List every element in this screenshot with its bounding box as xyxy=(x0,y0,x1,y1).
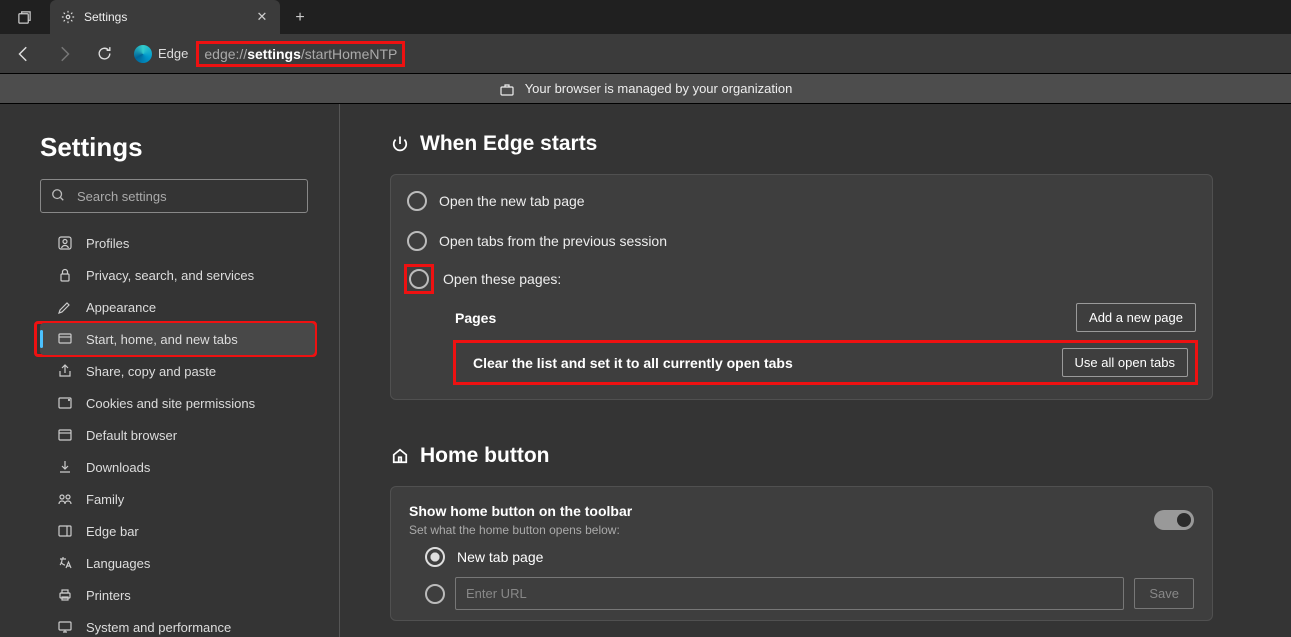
address-bar-highlight: edge://settings/startHomeNTP xyxy=(198,43,403,65)
briefcase-icon xyxy=(499,82,515,98)
browser-icon xyxy=(56,426,74,444)
show-home-row: Show home button on the toolbar Set what… xyxy=(409,503,1194,537)
radio-open-new-tab[interactable]: Open the new tab page xyxy=(391,181,1212,221)
sidebar-item-printers[interactable]: Printers xyxy=(40,579,315,611)
radio-open-previous[interactable]: Open tabs from the previous session xyxy=(391,221,1212,261)
clear-list-label: Clear the list and set it to all current… xyxy=(455,355,793,371)
radio-icon xyxy=(425,547,445,567)
sidebar-item-share[interactable]: Share, copy and paste xyxy=(40,355,315,387)
language-icon xyxy=(56,554,74,572)
paint-icon xyxy=(56,298,74,316)
sidebar-item-cookies[interactable]: Cookies and site permissions xyxy=(40,387,315,419)
settings-title: Settings xyxy=(40,132,315,163)
home-button-card: Show home button on the toolbar Set what… xyxy=(390,486,1213,621)
sidebar-item-default-browser[interactable]: Default browser xyxy=(40,419,315,451)
show-home-subtitle: Set what the home button opens below: xyxy=(409,523,632,537)
sidebar-item-family[interactable]: Family xyxy=(40,483,315,515)
startup-card: Open the new tab page Open tabs from the… xyxy=(390,174,1213,400)
new-tab-button[interactable]: + xyxy=(284,2,316,34)
radio-icon xyxy=(407,231,427,251)
profile-icon xyxy=(56,234,74,252)
home-url-input[interactable] xyxy=(455,577,1124,610)
gear-icon xyxy=(60,9,76,25)
titlebar: Settings ✕ + xyxy=(0,0,1291,34)
sidebar-item-system[interactable]: System and performance xyxy=(40,611,315,637)
power-icon xyxy=(390,134,410,154)
address-bar[interactable]: edge://settings/startHomeNTP xyxy=(204,46,397,62)
toolbar: Edge edge://settings/startHomeNTP xyxy=(0,34,1291,74)
tab-label: Settings xyxy=(84,10,254,24)
site-identity[interactable]: Edge xyxy=(134,45,188,63)
pages-header-row: Pages Add a new page xyxy=(455,297,1196,338)
tab-actions-button[interactable] xyxy=(0,0,48,34)
clear-list-row-highlight: Clear the list and set it to all current… xyxy=(455,342,1196,383)
sidebar-icon xyxy=(56,522,74,540)
section-home-button: Home button xyxy=(390,444,1213,468)
forward-button[interactable] xyxy=(46,38,82,70)
pages-label: Pages xyxy=(455,310,496,326)
sidebar-item-privacy[interactable]: Privacy, search, and services xyxy=(40,259,315,291)
system-icon xyxy=(56,618,74,636)
lock-icon xyxy=(56,266,74,284)
add-new-page-button[interactable]: Add a new page xyxy=(1076,303,1196,332)
show-home-title: Show home button on the toolbar xyxy=(409,503,632,519)
sidebar-item-start-highlight: Start, home, and new tabs xyxy=(36,323,315,355)
edge-label: Edge xyxy=(158,46,188,61)
radio-highlight xyxy=(407,267,431,291)
use-all-open-tabs-button[interactable]: Use all open tabs xyxy=(1062,348,1188,377)
sidebar-item-profiles[interactable]: Profiles xyxy=(40,227,315,259)
family-icon xyxy=(56,490,74,508)
power-icon xyxy=(56,330,74,348)
radio-icon xyxy=(409,269,429,289)
refresh-button[interactable] xyxy=(86,38,122,70)
sidebar-item-appearance[interactable]: Appearance xyxy=(40,291,315,323)
settings-sidebar: Settings Profiles Privacy, search, and s… xyxy=(0,104,340,637)
search-icon xyxy=(51,188,67,204)
cookie-icon xyxy=(56,394,74,412)
search-input[interactable] xyxy=(77,189,297,204)
radio-icon xyxy=(407,191,427,211)
radio-open-these-pages[interactable]: Open these pages: xyxy=(391,261,1212,297)
sidebar-item-start-home-newtabs[interactable]: Start, home, and new tabs xyxy=(40,323,315,355)
printer-icon xyxy=(56,586,74,604)
share-icon xyxy=(56,362,74,380)
radio-home-url[interactable] xyxy=(425,584,445,604)
home-icon xyxy=(390,446,410,466)
show-home-toggle[interactable] xyxy=(1154,510,1194,530)
tab-settings[interactable]: Settings ✕ xyxy=(50,0,280,34)
close-tab-button[interactable]: ✕ xyxy=(254,9,270,25)
save-home-url-button[interactable]: Save xyxy=(1134,578,1194,609)
back-button[interactable] xyxy=(6,38,42,70)
sidebar-item-edgebar[interactable]: Edge bar xyxy=(40,515,315,547)
section-when-edge-starts: When Edge starts xyxy=(390,132,1213,156)
search-settings[interactable] xyxy=(40,179,308,213)
sidebar-item-downloads[interactable]: Downloads xyxy=(40,451,315,483)
edge-logo-icon xyxy=(134,45,152,63)
managed-text: Your browser is managed by your organiza… xyxy=(525,81,793,96)
radio-home-newtab[interactable]: New tab page xyxy=(409,537,1194,573)
sidebar-item-languages[interactable]: Languages xyxy=(40,547,315,579)
download-icon xyxy=(56,458,74,476)
managed-banner: Your browser is managed by your organiza… xyxy=(0,74,1291,104)
settings-main: When Edge starts Open the new tab page O… xyxy=(340,104,1291,637)
